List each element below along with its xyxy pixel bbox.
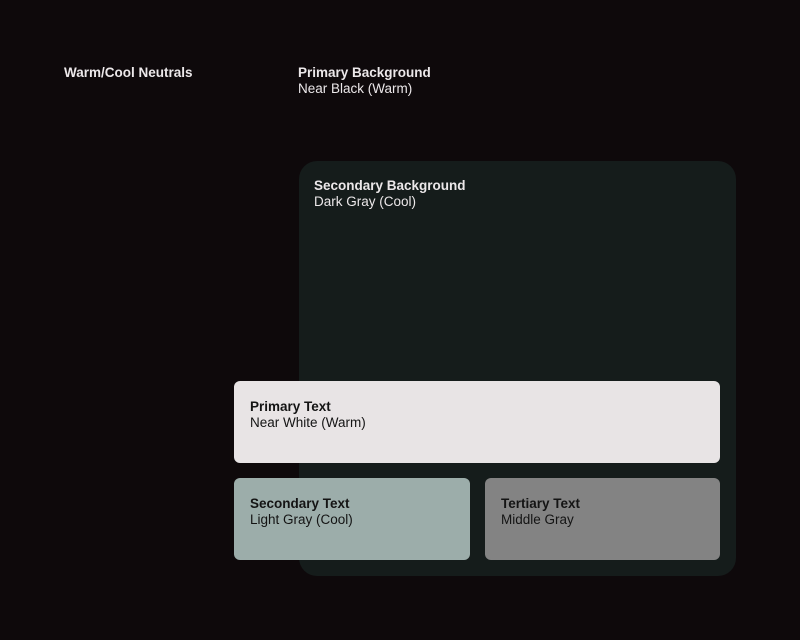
secondary-background-label: Secondary Background Dark Gray (Cool): [314, 178, 466, 210]
secondary-text-title: Secondary Text: [250, 496, 350, 511]
tertiary-text-title: Tertiary Text: [501, 496, 581, 511]
secondary-background-title: Secondary Background: [314, 178, 466, 193]
primary-background-label: Primary Background Near Black (Warm): [298, 65, 431, 97]
primary-text-label: Primary Text Near White (Warm): [250, 399, 366, 431]
primary-text-subtitle: Near White (Warm): [250, 415, 366, 430]
tertiary-text-subtitle: Middle Gray: [501, 512, 574, 527]
primary-background-title: Primary Background: [298, 65, 431, 80]
secondary-text-swatch: Secondary Text Light Gray (Cool): [234, 478, 470, 560]
palette-canvas: Warm/Cool Neutrals Primary Background Ne…: [0, 0, 800, 640]
section-title: Warm/Cool Neutrals: [64, 65, 193, 80]
tertiary-text-swatch: Tertiary Text Middle Gray: [485, 478, 720, 560]
secondary-background-subtitle: Dark Gray (Cool): [314, 194, 417, 209]
tertiary-text-label: Tertiary Text Middle Gray: [501, 496, 580, 528]
primary-background-subtitle: Near Black (Warm): [298, 81, 413, 96]
primary-text-swatch: Primary Text Near White (Warm): [234, 381, 720, 463]
primary-text-title: Primary Text: [250, 399, 331, 414]
secondary-text-label: Secondary Text Light Gray (Cool): [250, 496, 353, 528]
secondary-text-subtitle: Light Gray (Cool): [250, 512, 353, 527]
